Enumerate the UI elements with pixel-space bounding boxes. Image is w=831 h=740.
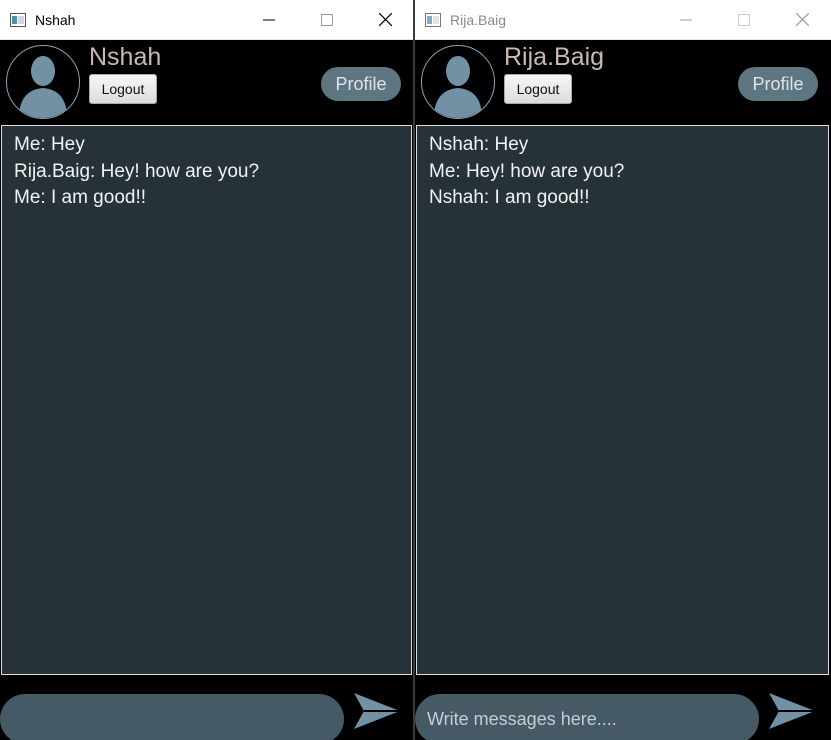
chat-window-rija-baig: Rija.Baig Rija.Baig Logout Profile Nshah… — [415, 0, 831, 740]
paper-plane-send-icon — [354, 693, 400, 729]
title-bar[interactable]: Nshah — [0, 0, 414, 40]
window-title: Rija.Baig — [450, 11, 507, 28]
chat-window-nshah: Nshah Nshah Logout Profile Me: Hey Rija.… — [0, 0, 414, 740]
username-label: Rija.Baig — [504, 43, 605, 71]
send-button[interactable] — [768, 689, 816, 733]
minimize-button[interactable] — [240, 0, 298, 40]
chat-messages-area[interactable]: Me: Hey Rija.Baig: Hey! how are you? Me:… — [1, 125, 412, 675]
message-input[interactable]: Write messages here.... — [415, 694, 759, 740]
chat-message: Rija.Baig: Hey! how are you? — [14, 160, 260, 182]
title-bar[interactable]: Rija.Baig — [415, 0, 831, 40]
app-window-icon — [10, 12, 26, 27]
paper-plane-send-icon — [769, 693, 815, 729]
user-header: Nshah Logout Profile — [0, 40, 414, 124]
close-button[interactable] — [356, 0, 414, 40]
minimize-icon — [680, 19, 692, 20]
send-button[interactable] — [353, 689, 401, 733]
logout-button[interactable]: Logout — [89, 74, 157, 104]
maximize-icon — [738, 13, 750, 26]
close-button[interactable] — [773, 0, 831, 40]
chat-message: Me: Hey! how are you? — [429, 160, 625, 182]
minimize-button[interactable] — [657, 0, 715, 40]
chat-message: Me: Hey — [14, 134, 85, 155]
message-input[interactable] — [0, 694, 344, 740]
window-title: Nshah — [35, 11, 76, 28]
chat-message: Me: I am good!! — [14, 187, 147, 208]
user-header: Rija.Baig Logout Profile — [415, 40, 831, 124]
profile-button[interactable]: Profile — [738, 67, 818, 101]
chat-messages-area[interactable]: Nshah: Hey Me: Hey! how are you? Nshah: … — [416, 125, 829, 675]
avatar[interactable] — [421, 45, 495, 119]
close-icon — [378, 13, 392, 26]
user-silhouette-icon — [19, 56, 67, 118]
message-input-placeholder: Write messages here.... — [427, 708, 617, 729]
app-window-icon — [425, 12, 441, 27]
avatar[interactable] — [6, 45, 80, 119]
user-silhouette-icon — [434, 56, 482, 118]
minimize-icon — [263, 19, 275, 20]
chat-message: Nshah: I am good!! — [429, 187, 590, 208]
chat-message: Nshah: Hey — [429, 134, 529, 155]
maximize-icon — [321, 13, 333, 26]
logout-button[interactable]: Logout — [504, 74, 572, 104]
close-icon — [795, 13, 809, 26]
username-label: Nshah — [89, 43, 162, 71]
profile-button[interactable]: Profile — [321, 67, 401, 101]
maximize-button[interactable] — [298, 0, 356, 40]
maximize-button[interactable] — [715, 0, 773, 40]
